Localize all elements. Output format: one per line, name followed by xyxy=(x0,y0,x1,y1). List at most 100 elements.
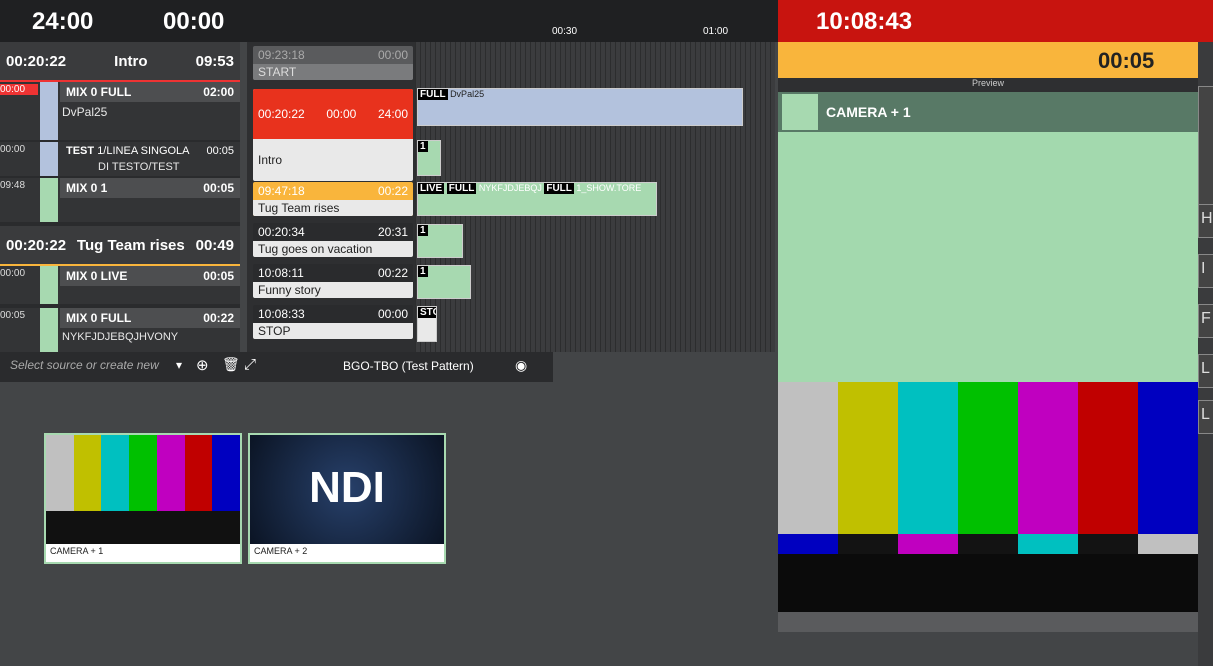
card-title: STOP xyxy=(253,323,413,339)
timeline-clip[interactable]: 1 xyxy=(417,140,441,176)
list-item[interactable]: 00:05 MIX 0 FULL 00:22 NYKFJDJEBQJHVONY xyxy=(0,308,240,352)
rundown-card[interactable]: 10:08:11 00:22 Funny story xyxy=(253,264,413,298)
item-timecode: 00:00 xyxy=(0,144,26,155)
rundown-list[interactable]: 09:23:18 00:00 START 00:20:22 00:00 24:00 I… xyxy=(247,42,415,352)
ruler-tick: 01:00 xyxy=(703,26,729,37)
clip-tag: FULL xyxy=(418,89,448,100)
card-time: 00:20:22 xyxy=(258,107,305,121)
rundown-card[interactable]: 00:20:22 00:00 24:00 Intro xyxy=(253,89,413,181)
side-button[interactable]: L xyxy=(1198,400,1213,434)
ruler-tick: 00:30 xyxy=(552,26,578,37)
item-name: MIX 0 FULL xyxy=(66,85,132,99)
expand-icon[interactable]: ⤢ xyxy=(244,356,256,373)
card-title: Tug goes on vacation xyxy=(253,241,413,257)
card-time: 10:08:33 xyxy=(258,307,305,321)
timeline-clip[interactable]: LIVE FULL NYKFJDJEBQJ FULL 1_SHOW.TORE xyxy=(417,182,657,216)
clip-tag: 1 xyxy=(418,141,428,152)
preview-source-bar[interactable]: CAMERA + 1 xyxy=(778,92,1198,132)
item-name: MIX 0 LIVE xyxy=(66,269,128,283)
side-button-strip: H I F L L xyxy=(1198,42,1213,666)
ndi-logo: NDI xyxy=(309,463,385,512)
item-name: TEST xyxy=(66,145,95,157)
list-item[interactable]: 09:48 MIX 0 1 00:05 xyxy=(0,178,240,222)
side-button[interactable]: L xyxy=(1198,354,1213,388)
clip-tag: 1 xyxy=(418,225,428,236)
clock-bar: 10:08:43 xyxy=(778,0,1213,42)
timeline-clip[interactable]: FULL DvPal25 xyxy=(417,88,743,126)
segment-start: 00:20:22 xyxy=(6,236,67,254)
item-color-bar xyxy=(40,178,58,222)
segment-list[interactable]: 00:20:22 Intro 09:53 00:00 MIX 0 FULL 02:… xyxy=(0,42,240,352)
list-item[interactable]: 00:00 MIX 0 FULL 02:00 DvPal25 xyxy=(0,82,240,140)
segment-header[interactable]: 00:20:22 Intro 09:53 xyxy=(0,42,240,80)
card-time: 09:23:18 xyxy=(258,48,305,62)
thumbnail-label: CAMERA + 1 xyxy=(50,546,104,556)
thumbnail-label: CAMERA + 2 xyxy=(254,546,308,556)
clip-name: DvPal25 xyxy=(450,89,485,99)
source-thumbnail[interactable]: CAMERA + 1 xyxy=(44,433,242,564)
card-duration: 00:00 xyxy=(377,48,408,62)
time-elapsed: 00:00 xyxy=(163,8,225,35)
side-panel-button[interactable] xyxy=(1198,86,1213,216)
side-button[interactable]: H xyxy=(1198,204,1213,238)
timeline-clip[interactable]: 1 xyxy=(417,265,471,299)
card-title: Funny story xyxy=(253,282,413,298)
time-total: 24:00 xyxy=(32,8,94,35)
item-timecode: 00:00 xyxy=(0,84,38,95)
item-color-bar xyxy=(40,266,58,304)
clock: 10:08:43 xyxy=(816,8,913,35)
side-button[interactable]: I xyxy=(1198,254,1213,288)
clip-tag: 1 xyxy=(418,266,428,277)
card-title: Intro xyxy=(253,139,413,167)
item-timecode: 00:05 xyxy=(0,310,26,321)
item-clip: NYKFJDJEBQJHVONY xyxy=(62,331,179,343)
item-color-bar xyxy=(40,142,58,176)
item-color-bar xyxy=(40,82,58,140)
card-duration: 00:00 xyxy=(377,307,408,321)
rundown-card[interactable]: 10:08:33 00:00 STOP xyxy=(253,305,413,339)
preview-source: CAMERA + 1 xyxy=(826,104,911,120)
item-timecode: 00:00 xyxy=(0,268,26,279)
preview-panel: 00:05 Preview CAMERA + 1 xyxy=(778,42,1198,666)
rundown-card[interactable]: 09:47:18 00:22 Tug Team rises xyxy=(253,182,413,216)
ndi-image: NDI xyxy=(250,435,444,544)
pattern-select[interactable]: BGO-TBO (Test Pattern) xyxy=(343,359,474,373)
card-title: Tug Team rises xyxy=(253,200,413,216)
timeline[interactable]: FULL DvPal25 1 LIVE FULL NYKFJDJEBQJ FUL… xyxy=(415,42,775,352)
color-bars-image xyxy=(46,435,240,544)
chevron-down-icon[interactable]: ▾ xyxy=(176,358,182,372)
segment-duration: 09:53 xyxy=(195,52,234,70)
add-icon[interactable]: ⊕ xyxy=(196,356,209,374)
countdown: 00:05 xyxy=(1098,48,1155,73)
card-duration: 00:22 xyxy=(377,184,408,198)
item-clip: DI TESTO/TEST xyxy=(98,161,180,173)
side-button[interactable]: F xyxy=(1198,304,1213,338)
card-time: 00:20:34 xyxy=(258,225,305,239)
card-time: 10:08:11 xyxy=(258,266,304,280)
clip-tag: STOP xyxy=(418,307,436,318)
preview-area xyxy=(778,132,1198,382)
timeline-clip[interactable]: 1 xyxy=(417,224,463,258)
clip-tag: FULL xyxy=(544,183,574,194)
timeline-clip[interactable]: STOP xyxy=(417,306,437,342)
segment-title: Intro xyxy=(114,52,148,70)
rundown-card[interactable]: 09:23:18 00:00 START xyxy=(253,46,413,80)
card-mid: 00:00 xyxy=(326,107,357,121)
item-name: MIX 0 1 xyxy=(66,181,108,195)
segment-duration: 00:49 xyxy=(195,236,234,254)
item-duration: 00:22 xyxy=(203,311,234,325)
item-duration: 00:05 xyxy=(206,145,234,157)
trash-icon[interactable]: 🗑 xyxy=(222,356,240,373)
segment-start: 00:20:22 xyxy=(6,52,67,70)
rundown-card[interactable]: 00:20:34 20:31 Tug goes on vacation xyxy=(253,223,413,257)
preview-footer xyxy=(778,612,1198,632)
source-thumbnail[interactable]: NDI CAMERA + 2 xyxy=(248,433,446,564)
card-duration: 20:31 xyxy=(377,225,408,239)
source-select[interactable]: Select source or create new xyxy=(10,358,159,372)
card-duration: 24:00 xyxy=(377,107,408,121)
list-item[interactable]: 00:00 MIX 0 LIVE 00:05 xyxy=(0,266,240,304)
clip-name: NYKFJDJEBQJ xyxy=(478,183,542,193)
segment-header[interactable]: 00:20:22 Tug Team rises 00:49 xyxy=(0,226,240,264)
list-item[interactable]: 00:00 TEST 1/LINEA SINGOLA 00:05 DI TESTO… xyxy=(0,142,240,176)
eye-off-icon[interactable]: ◉ xyxy=(515,357,527,374)
